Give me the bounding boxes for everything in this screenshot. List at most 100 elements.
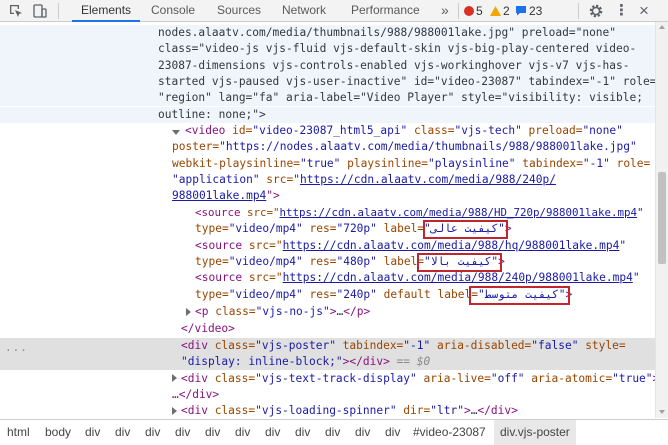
scrollbar-thumb[interactable] (658, 172, 666, 264)
src-link[interactable]: https://cdn.alaatv.com/media/988/240p/ (300, 173, 556, 186)
dom-line[interactable]: 988001lake.mp4"> (0, 188, 668, 204)
dom-line-video-close[interactable]: </video> (0, 321, 668, 337)
tag-close: > (565, 288, 573, 301)
attr-name: aria-atomic= (524, 371, 613, 385)
more-tabs-button[interactable]: » (441, 0, 449, 22)
vertical-scrollbar[interactable] (655, 22, 668, 418)
attr-value: "ltr" (430, 404, 464, 418)
attr-name: aria-live= (416, 371, 491, 385)
attr-name: role= (609, 156, 651, 170)
breadcrumb-item[interactable]: div (295, 420, 310, 445)
breadcrumb-item[interactable]: div (355, 420, 370, 445)
dom-text: 23087-dimensions vjs-controls-enabled vj… (158, 58, 630, 72)
warning-count-badge[interactable]: 2 (490, 0, 510, 22)
tag-end: </video> (181, 322, 235, 335)
toolbar-separator (458, 3, 459, 19)
breadcrumb-item[interactable]: div (205, 420, 220, 445)
dom-line-source-720p[interactable]: <source src="https://cdn.alaatv.com/medi… (0, 205, 668, 221)
breadcrumb-item[interactable]: div (115, 420, 130, 445)
breadcrumb-item[interactable]: div (265, 420, 280, 445)
dom-line[interactable]: type="video/mp4" res="480p" label="کیفیت… (0, 254, 668, 270)
attr-value: "none" (582, 124, 623, 137)
attr-value: "vjs-no-js" (255, 305, 330, 318)
breadcrumb-item-current[interactable]: div.vjs-poster (494, 420, 576, 445)
src-link[interactable]: https://cdn.alaatv.com/media/988/hq/9880… (283, 239, 620, 252)
attr-name: res= (302, 254, 337, 268)
tag-end: ></div> (342, 355, 390, 369)
scroll-up-icon[interactable] (659, 25, 665, 29)
warning-count: 2 (503, 4, 510, 18)
dom-line[interactable]: nodes.alaatv.com/media/thumbnails/988/98… (0, 25, 668, 42)
breadcrumb-item[interactable]: html (7, 420, 30, 445)
inspect-element-icon[interactable] (8, 3, 24, 19)
tag-end: …</div> (172, 387, 220, 401)
attr-name: webkit-playsinline= (172, 156, 300, 170)
dom-line[interactable]: class="video-js vjs-fluid vjs-default-sk… (0, 41, 668, 58)
error-count: 5 (476, 4, 483, 18)
dom-line[interactable]: …</div> (0, 387, 668, 403)
attr-name: res= (302, 288, 337, 301)
error-count-badge[interactable]: 5 (464, 0, 483, 22)
tab-performance[interactable]: Performance (351, 0, 420, 22)
attr-value: "vjs-poster" (255, 339, 336, 352)
settings-gear-icon[interactable] (588, 3, 604, 19)
attr-value: "true" (612, 371, 653, 385)
close-devtools-icon[interactable]: × (639, 0, 649, 22)
more-options-icon[interactable]: ⋮ (614, 0, 629, 22)
dom-line[interactable]: webkit-playsinline="true" playsinline="p… (0, 156, 668, 172)
attr-name: class= (207, 371, 256, 385)
breadcrumb-item[interactable]: div (145, 420, 160, 445)
src-link[interactable]: https://cdn.alaatv.com/media/988/HD_720p… (280, 206, 638, 219)
dom-line[interactable]: 23087-dimensions vjs-controls-enabled vj… (0, 57, 668, 74)
dom-line[interactable]: "display: inline-block;"></div> == $0 (0, 354, 668, 370)
breadcrumb-item[interactable]: div (175, 420, 190, 445)
tab-sources[interactable]: Sources (217, 0, 261, 22)
dom-line-source-480p[interactable]: <source src="https://cdn.alaatv.com/medi… (0, 238, 668, 254)
attr-value: "480p" (336, 254, 377, 268)
breadcrumb-item[interactable]: div (235, 420, 250, 445)
attr-value: " (637, 206, 644, 219)
dom-line[interactable]: outline: none;"> (0, 106, 668, 123)
tab-console[interactable]: Console (151, 0, 195, 22)
src-link[interactable]: 988001lake.mp4 (172, 189, 266, 202)
dom-line[interactable]: <div class="vjs-poster" tabindex="-1" ar… (0, 338, 668, 354)
tab-network[interactable]: Network (282, 0, 326, 22)
dom-line[interactable]: type="video/mp4" res="240p" default labe… (0, 287, 668, 303)
dom-line[interactable]: started vjs-paused vjs-user-inactive" id… (0, 73, 668, 91)
attr-value: " (293, 172, 300, 186)
dom-line[interactable]: "region" lang="fa" aria-label="Video Pla… (0, 90, 668, 107)
dom-line-video[interactable]: <video id="video-23087_html5_api" class=… (0, 123, 668, 139)
devtools-toolbar: Elements Console Sources Network Perform… (0, 0, 668, 22)
breadcrumb-item[interactable]: div (85, 420, 100, 445)
dom-line-source-240p[interactable]: <source src="https://cdn.alaatv.com/medi… (0, 270, 668, 286)
attr-name: tabindex= (335, 339, 404, 352)
breadcrumb-item[interactable]: div (385, 420, 400, 445)
attr-name: src=" (242, 271, 283, 285)
attr-name: style= (578, 339, 626, 352)
tag-name: <source (195, 238, 243, 252)
dom-line-text-track[interactable]: <div class="vjs-text-track-display" aria… (0, 371, 668, 387)
dom-line-spinner[interactable]: <div class="vjs-loading-spinner" dir="lt… (0, 403, 668, 418)
device-toolbar-icon[interactable] (32, 3, 48, 19)
dom-line[interactable]: poster="https://nodes.alaatv.com/media/t… (0, 139, 668, 155)
attr-name: dir= (396, 404, 431, 418)
dom-line[interactable]: "application" src="https://cdn.alaatv.co… (0, 172, 668, 188)
tag-end: </p> (343, 305, 371, 318)
dom-line[interactable]: type="video/mp4" res="720p" label="کیفیت… (0, 221, 668, 237)
quality-label-value: "کیفیت متوسط" (477, 288, 566, 301)
tab-elements[interactable]: Elements (72, 0, 141, 22)
attr-name: type= (195, 288, 229, 301)
dom-line-p[interactable]: <p class="vjs-no-js">…</p> (0, 304, 668, 320)
attr-value: "false" (531, 339, 579, 352)
error-icon (464, 6, 474, 16)
src-link[interactable]: https://cdn.alaatv.com/media/988/240p/98… (283, 271, 633, 284)
attr-value: "-1" (403, 339, 431, 352)
message-count-badge[interactable]: 23 (515, 0, 542, 22)
scroll-down-icon[interactable] (659, 410, 665, 414)
breadcrumb-item[interactable]: div (325, 420, 340, 445)
attr-name: res= (302, 222, 337, 236)
attr-value: " (619, 238, 627, 252)
attr-name: class= (407, 124, 455, 137)
breadcrumb-item[interactable]: #video-23087 (413, 420, 486, 445)
breadcrumb-item[interactable]: body (45, 420, 71, 445)
